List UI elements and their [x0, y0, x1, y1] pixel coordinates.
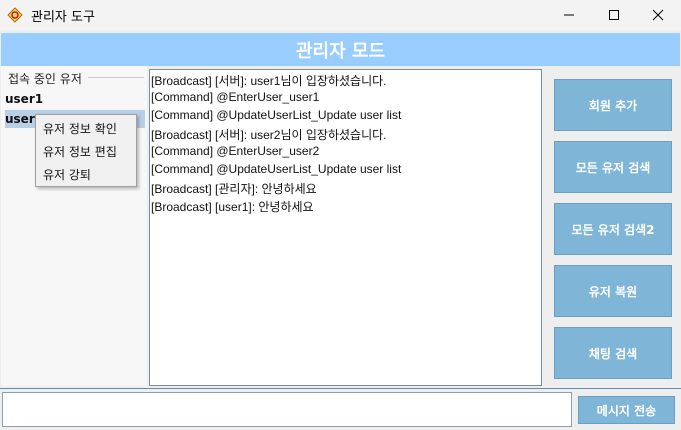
title-bar: 관리자 도구 — [0, 0, 681, 30]
chat-line: [Command] @EnterUser_user2 — [151, 144, 320, 158]
chat-line: [Command] @UpdateUserList_Update user li… — [151, 162, 402, 176]
user-list-item[interactable]: user1 — [5, 92, 43, 106]
legend-divider — [88, 77, 144, 78]
maximize-icon — [608, 6, 620, 25]
user-context-menu: 유저 정보 확인 유저 정보 편집 유저 강퇴 — [35, 114, 137, 187]
chat-log[interactable]: [Broadcast] [서버]: user1님이 입장하셨습니다. [Comm… — [149, 69, 542, 386]
menu-item-edit-user-info[interactable]: 유저 정보 편집 — [43, 143, 117, 160]
maximize-button[interactable] — [591, 0, 637, 30]
page-title: 관리자 모드 — [1, 33, 680, 66]
app-logo-icon — [7, 7, 23, 23]
minimize-icon — [563, 6, 575, 25]
chat-line: [Broadcast] [서버]: user1님이 입장하셨습니다. — [151, 74, 387, 88]
search-all-users-button[interactable]: 모든 유저 검색 — [554, 141, 672, 193]
chat-line: [Command] @EnterUser_user1 — [151, 90, 320, 104]
chat-line: [Broadcast] [서버]: user2님이 입장하셨습니다. — [151, 128, 387, 142]
send-message-button[interactable]: 메시지 전송 — [578, 396, 675, 424]
restore-user-button[interactable]: 유저 복원 — [554, 265, 672, 317]
window-title: 관리자 도구 — [31, 10, 95, 25]
add-member-button[interactable]: 회원 추가 — [554, 79, 672, 131]
search-all-users2-button[interactable]: 모든 유저 검색2 — [554, 203, 672, 255]
chat-line: [Broadcast] [관리자]: 안녕하세요 — [151, 182, 317, 196]
minimize-button[interactable] — [546, 0, 592, 30]
close-icon — [652, 6, 664, 25]
message-input[interactable] — [2, 392, 572, 427]
search-chat-button[interactable]: 채팅 검색 — [554, 327, 672, 379]
close-button[interactable] — [635, 0, 681, 30]
chat-line: [Command] @UpdateUserList_Update user li… — [151, 108, 402, 122]
chat-line: [Broadcast] [user1]: 안녕하세요 — [151, 200, 314, 214]
menu-item-kick-user[interactable]: 유저 강퇴 — [43, 166, 91, 183]
menu-item-view-user-info[interactable]: 유저 정보 확인 — [43, 120, 117, 137]
user-list-legend: 접속 중인 유저 — [8, 70, 84, 87]
